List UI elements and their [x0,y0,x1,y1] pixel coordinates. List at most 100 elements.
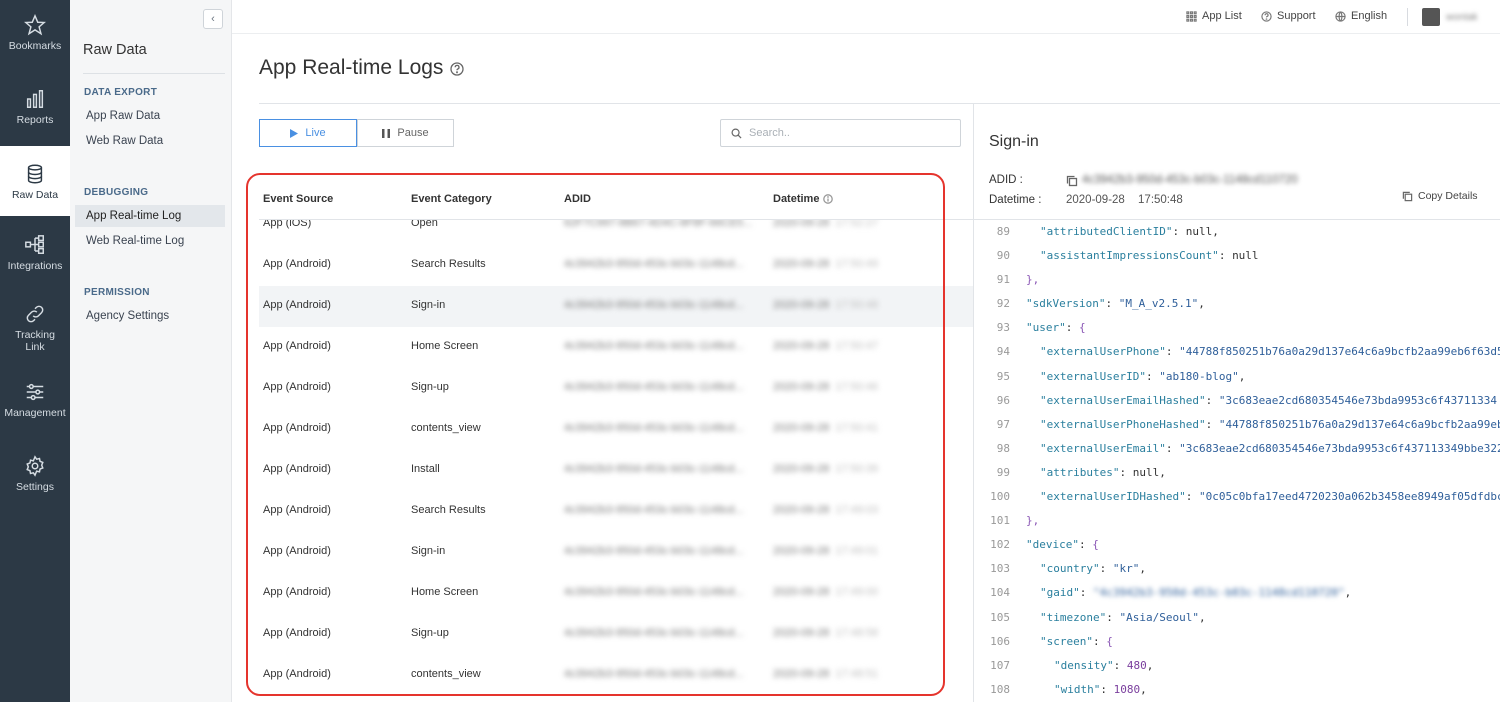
cell-event-category: Search Results [411,504,486,516]
cell-event-category: contents_view [411,668,481,680]
sidebar-item-web-real-time-log[interactable]: Web Real-time Log [75,230,225,252]
bar-chart-icon [26,90,44,108]
code-text: "gaid": "4c3942b3-950d-453c-b03c-1148cd1… [1040,581,1351,605]
cell-event-category: Sign-up [411,627,449,639]
table-row[interactable]: App (Android) Sign-in 4c3942b3-950d-453c-b… [259,532,973,573]
cell-time: 17:49:01 [835,545,879,557]
json-value: "M_A_v2.5.1" [1118,297,1199,311]
cell-datetime: 2020-09-28 17:50:39 [773,463,878,475]
username[interactable]: wontak [1446,12,1478,23]
rail-item-raw-data[interactable]: Raw Data [0,146,70,216]
code-line: 93 "user": { [974,316,1500,340]
table-row[interactable]: App (Android) Install 4c3942b3-950d-453c-b… [259,450,973,491]
rail-item-management[interactable]: Management [0,381,70,431]
table-row[interactable]: App (Android) Search Results 4c3942b3-950d… [259,245,973,286]
code-text: "attributes": null, [1040,461,1166,485]
info-icon[interactable] [823,194,834,204]
rail-item-settings[interactable]: Settings [0,455,70,505]
app-list-link[interactable]: App List [1186,10,1242,22]
code-text: "screen": { [1040,630,1113,654]
column-header-adid[interactable]: ADID [564,193,591,205]
sidebar-item-web-raw-data[interactable]: Web Raw Data [75,130,225,152]
json-value: 1080 [1113,682,1141,696]
code-text: }, [1026,509,1039,533]
code-line: 90 "assistantImpressionsCount": null [974,244,1500,268]
table-row[interactable]: App (Android) Home Screen 4c3942b3-950d-45… [259,327,973,368]
json-key: "externalUserIDHashed" [1040,490,1186,504]
sliders-icon [26,383,44,401]
json-value: 480 [1126,658,1147,672]
json-key: "externalUserPhoneHashed" [1040,417,1206,431]
table-row[interactable]: App (Android) contents_view 4c3942b3-950d-… [259,409,973,450]
code-line: 98 "externalUserEmail": "3c683eae2cd68035… [974,437,1500,461]
line-number: 97 [996,417,1010,431]
table-body: App (iOS) Open 62F7C997-8B67-4D4C-8F8F-66C… [259,204,973,696]
table-row[interactable]: App (Android) Search Results 4c3942b3-950d… [259,491,973,532]
json-value: "ab180-blog" [1159,369,1239,383]
live-label: Live [305,127,326,139]
cell-adid: 4c3942b3-950d-453c-b03c-1148cd... [564,381,744,393]
json-punct: }, [1026,273,1040,287]
sidebar-item-agency-settings[interactable]: Agency Settings [75,305,225,327]
collapse-sidebar-button[interactable]: ‹ [203,9,223,29]
json-tail: , [1344,586,1352,600]
cell-event-category: Sign-up [411,381,449,393]
cell-date: 2020-09-28 [773,381,830,393]
link-icon [26,305,44,323]
avatar[interactable] [1422,8,1440,26]
rail-item-tracking-link[interactable]: Tracking Link [0,303,70,359]
table-row[interactable]: App (Android) Sign-in 4c3942b3-950d-453c-b… [259,286,973,327]
sidebar-item-app-raw-data[interactable]: App Raw Data [75,105,225,127]
detail-date: 2020-09-28 [1066,194,1125,206]
json-value: "44788f850251b76a0a29d137e64c6a9bcfb2aa9… [1179,345,1500,359]
table-row[interactable]: App (Android) contents_view 4c3942b3-950d-… [259,655,973,696]
adid-value: 4c3942b3-950d-453c-b03c-1148cd110720 [1082,174,1298,186]
json-key: "width" [1054,682,1101,696]
line-number: 91 [996,273,1010,287]
cell-event-category: Search Results [411,258,486,270]
code-text: "density": 480, [1054,654,1153,678]
rail-item-integrations[interactable]: Integrations [0,234,70,284]
rail-item-bookmarks[interactable]: Bookmarks [0,14,70,64]
table-row[interactable]: App (Android) Sign-up 4c3942b3-950d-453c-b… [259,368,973,409]
pause-button[interactable]: Pause [357,119,454,147]
search-input[interactable] [749,127,949,139]
json-value: null [1132,465,1160,479]
code-text: "width": 1080, [1054,678,1147,702]
json-colon: : [1092,634,1107,648]
gear-icon [26,455,44,477]
cell-event-category: Install [411,463,440,475]
help-icon[interactable] [450,62,464,76]
cell-datetime: 2020-09-28 17:50:46 [773,381,878,393]
cell-date: 2020-09-28 [773,627,830,639]
json-colon: : [1218,249,1233,263]
json-value: "4c3942b3-950d-453c-b03c-1148cd110720" [1093,586,1345,600]
column-header-datetime[interactable]: Datetime [773,193,834,205]
code-line: 89 "attributedClientID": null, [974,220,1500,244]
table-row[interactable]: App (Android) Sign-up 4c3942b3-950d-453c-b… [259,614,973,655]
line-number: 99 [996,465,1010,479]
line-number: 104 [990,586,1010,600]
help-circle-icon [1261,10,1272,22]
code-line: 91}, [974,268,1500,292]
cell-adid: 4c3942b3-950d-453c-b03c-1148cd... [564,627,744,639]
copy-details-button[interactable]: Copy Details [1402,190,1478,202]
language-selector[interactable]: English [1335,10,1387,22]
json-value: "kr" [1112,562,1140,576]
copy-icon[interactable] [1066,175,1078,187]
json-viewer: 89 "attributedClientID": null, 90 "assistan… [974,220,1500,702]
rail-item-reports[interactable]: Reports [0,88,70,138]
json-colon: : [1106,610,1120,624]
code-line: 104 "gaid": "4c3942b3-950d-453c-b03c-1148… [974,581,1500,605]
json-colon: : [1205,393,1219,407]
column-header-event-source[interactable]: Event Source [263,193,333,205]
cell-adid: 4c3942b3-950d-453c-b03c-1148cd... [564,463,744,475]
column-header-event-category[interactable]: Event Category [411,193,492,205]
line-number: 105 [990,610,1010,624]
support-link[interactable]: Support [1261,10,1316,22]
play-icon [290,128,299,138]
sidebar-item-app-real-time-log[interactable]: App Real-time Log [75,205,225,227]
code-text: "attributedClientID": null, [1040,220,1219,244]
live-button[interactable]: Live [259,119,357,147]
table-row[interactable]: App (Android) Home Screen 4c3942b3-950d-45… [259,573,973,614]
